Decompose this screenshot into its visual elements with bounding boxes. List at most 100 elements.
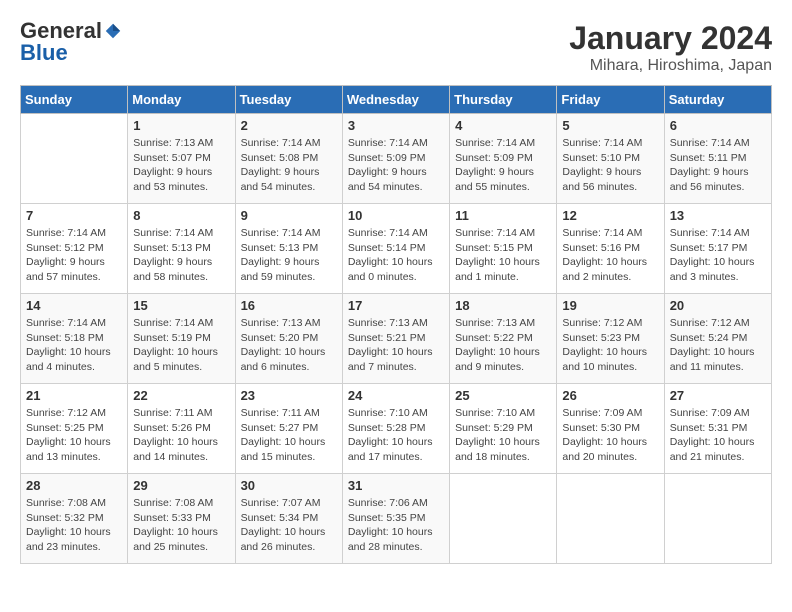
- day-info: Sunrise: 7:14 AMSunset: 5:13 PMDaylight:…: [133, 226, 229, 285]
- calendar-cell: 11 Sunrise: 7:14 AMSunset: 5:15 PMDayligh…: [450, 204, 557, 294]
- day-info: Sunrise: 7:11 AMSunset: 5:27 PMDaylight:…: [241, 406, 337, 465]
- day-info: Sunrise: 7:14 AMSunset: 5:13 PMDaylight:…: [241, 226, 337, 285]
- day-info: Sunrise: 7:08 AMSunset: 5:32 PMDaylight:…: [26, 496, 122, 555]
- calendar-cell: 14 Sunrise: 7:14 AMSunset: 5:18 PMDayligh…: [21, 294, 128, 384]
- day-number: 23: [241, 388, 337, 403]
- day-number: 16: [241, 298, 337, 313]
- calendar-cell: 30Sunrise: 7:07 AMSunset: 5:34 PMDayligh…: [235, 474, 342, 564]
- calendar-cell: 12 Sunrise: 7:14 AMSunset: 5:16 PMDayligh…: [557, 204, 664, 294]
- day-info: Sunrise: 7:13 AMSunset: 5:07 PMDaylight:…: [133, 136, 229, 195]
- day-info: Sunrise: 7:14 AMSunset: 5:19 PMDaylight:…: [133, 316, 229, 375]
- day-info: Sunrise: 7:14 AMSunset: 5:15 PMDaylight:…: [455, 226, 551, 285]
- day-number: 13: [670, 208, 766, 223]
- day-number: 1: [133, 118, 229, 133]
- day-number: 26: [562, 388, 658, 403]
- calendar-cell: 21 Sunrise: 7:12 AMSunset: 5:25 PMDayligh…: [21, 384, 128, 474]
- calendar-cell: 4 Sunrise: 7:14 AMSunset: 5:09 PMDaylight…: [450, 114, 557, 204]
- calendar-cell: 15 Sunrise: 7:14 AMSunset: 5:19 PMDayligh…: [128, 294, 235, 384]
- day-number: 31: [348, 478, 444, 493]
- day-number: 17: [348, 298, 444, 313]
- calendar-cell: 3 Sunrise: 7:14 AMSunset: 5:09 PMDaylight…: [342, 114, 449, 204]
- weekday-header-sunday: Sunday: [21, 86, 128, 114]
- day-info: Sunrise: 7:09 AMSunset: 5:31 PMDaylight:…: [670, 406, 766, 465]
- day-info: Sunrise: 7:12 AMSunset: 5:24 PMDaylight:…: [670, 316, 766, 375]
- calendar-cell: [450, 474, 557, 564]
- calendar-cell: 27Sunrise: 7:09 AMSunset: 5:31 PMDayligh…: [664, 384, 771, 474]
- day-info: Sunrise: 7:10 AMSunset: 5:28 PMDaylight:…: [348, 406, 444, 465]
- calendar-cell: 17Sunrise: 7:13 AMSunset: 5:21 PMDayligh…: [342, 294, 449, 384]
- calendar-cell: 5 Sunrise: 7:14 AMSunset: 5:10 PMDaylight…: [557, 114, 664, 204]
- day-number: 21: [26, 388, 122, 403]
- month-title: January 2024: [569, 20, 772, 57]
- calendar-cell: 8 Sunrise: 7:14 AMSunset: 5:13 PMDaylight…: [128, 204, 235, 294]
- day-number: 19: [562, 298, 658, 313]
- weekday-header-saturday: Saturday: [664, 86, 771, 114]
- day-number: 11: [455, 208, 551, 223]
- day-info: Sunrise: 7:07 AMSunset: 5:34 PMDaylight:…: [241, 496, 337, 555]
- weekday-header-friday: Friday: [557, 86, 664, 114]
- day-info: Sunrise: 7:14 AMSunset: 5:18 PMDaylight:…: [26, 316, 122, 375]
- calendar-cell: 26 Sunrise: 7:09 AMSunset: 5:30 PMDayligh…: [557, 384, 664, 474]
- day-number: 3: [348, 118, 444, 133]
- calendar-cell: [557, 474, 664, 564]
- weekday-header-tuesday: Tuesday: [235, 86, 342, 114]
- day-number: 12: [562, 208, 658, 223]
- day-number: 7: [26, 208, 122, 223]
- day-number: 18: [455, 298, 551, 313]
- day-number: 2: [241, 118, 337, 133]
- location-title: Mihara, Hiroshima, Japan: [569, 57, 772, 75]
- calendar-cell: 13 Sunrise: 7:14 AMSunset: 5:17 PMDayligh…: [664, 204, 771, 294]
- day-number: 15: [133, 298, 229, 313]
- day-info: Sunrise: 7:14 AMSunset: 5:17 PMDaylight:…: [670, 226, 766, 285]
- logo-general: General: [20, 20, 102, 42]
- day-info: Sunrise: 7:06 AMSunset: 5:35 PMDaylight:…: [348, 496, 444, 555]
- weekday-header-wednesday: Wednesday: [342, 86, 449, 114]
- day-number: 28: [26, 478, 122, 493]
- calendar-cell: 29Sunrise: 7:08 AMSunset: 5:33 PMDayligh…: [128, 474, 235, 564]
- day-number: 14: [26, 298, 122, 313]
- day-number: 8: [133, 208, 229, 223]
- day-number: 22: [133, 388, 229, 403]
- calendar-week-row: 1 Sunrise: 7:13 AMSunset: 5:07 PMDaylight…: [21, 114, 772, 204]
- logo-icon: [104, 22, 122, 40]
- day-info: Sunrise: 7:13 AMSunset: 5:22 PMDaylight:…: [455, 316, 551, 375]
- calendar-cell: 19Sunrise: 7:12 AMSunset: 5:23 PMDayligh…: [557, 294, 664, 384]
- weekday-header-monday: Monday: [128, 86, 235, 114]
- day-number: 5: [562, 118, 658, 133]
- day-info: Sunrise: 7:14 AMSunset: 5:09 PMDaylight:…: [348, 136, 444, 195]
- calendar-cell: 22Sunrise: 7:11 AMSunset: 5:26 PMDayligh…: [128, 384, 235, 474]
- day-info: Sunrise: 7:14 AMSunset: 5:11 PMDaylight:…: [670, 136, 766, 195]
- calendar-cell: 23 Sunrise: 7:11 AMSunset: 5:27 PMDayligh…: [235, 384, 342, 474]
- day-number: 29: [133, 478, 229, 493]
- calendar-cell: 24Sunrise: 7:10 AMSunset: 5:28 PMDayligh…: [342, 384, 449, 474]
- day-info: Sunrise: 7:13 AMSunset: 5:20 PMDaylight:…: [241, 316, 337, 375]
- calendar-cell: 31 Sunrise: 7:06 AMSunset: 5:35 PMDayligh…: [342, 474, 449, 564]
- weekday-header-row: SundayMondayTuesdayWednesdayThursdayFrid…: [21, 86, 772, 114]
- calendar-cell: 18 Sunrise: 7:13 AMSunset: 5:22 PMDayligh…: [450, 294, 557, 384]
- calendar-week-row: 14 Sunrise: 7:14 AMSunset: 5:18 PMDayligh…: [21, 294, 772, 384]
- calendar-cell: 9Sunrise: 7:14 AMSunset: 5:13 PMDaylight…: [235, 204, 342, 294]
- day-info: Sunrise: 7:09 AMSunset: 5:30 PMDaylight:…: [562, 406, 658, 465]
- day-info: Sunrise: 7:12 AMSunset: 5:25 PMDaylight:…: [26, 406, 122, 465]
- calendar-cell: 25Sunrise: 7:10 AMSunset: 5:29 PMDayligh…: [450, 384, 557, 474]
- calendar-cell: 1 Sunrise: 7:13 AMSunset: 5:07 PMDaylight…: [128, 114, 235, 204]
- calendar-cell: 20 Sunrise: 7:12 AMSunset: 5:24 PMDayligh…: [664, 294, 771, 384]
- calendar-cell: 6 Sunrise: 7:14 AMSunset: 5:11 PMDaylight…: [664, 114, 771, 204]
- calendar-week-row: 28 Sunrise: 7:08 AMSunset: 5:32 PMDayligh…: [21, 474, 772, 564]
- calendar-week-row: 7Sunrise: 7:14 AMSunset: 5:12 PMDaylight…: [21, 204, 772, 294]
- day-info: Sunrise: 7:14 AMSunset: 5:09 PMDaylight:…: [455, 136, 551, 195]
- calendar-cell: [664, 474, 771, 564]
- day-number: 20: [670, 298, 766, 313]
- day-number: 6: [670, 118, 766, 133]
- day-info: Sunrise: 7:14 AMSunset: 5:08 PMDaylight:…: [241, 136, 337, 195]
- calendar-cell: 10Sunrise: 7:14 AMSunset: 5:14 PMDayligh…: [342, 204, 449, 294]
- title-area: January 2024 Mihara, Hiroshima, Japan: [569, 20, 772, 75]
- day-number: 4: [455, 118, 551, 133]
- day-info: Sunrise: 7:14 AMSunset: 5:16 PMDaylight:…: [562, 226, 658, 285]
- calendar-cell: 28 Sunrise: 7:08 AMSunset: 5:32 PMDayligh…: [21, 474, 128, 564]
- calendar-cell: 2 Sunrise: 7:14 AMSunset: 5:08 PMDaylight…: [235, 114, 342, 204]
- logo: General Blue: [20, 20, 122, 64]
- day-number: 10: [348, 208, 444, 223]
- day-info: Sunrise: 7:14 AMSunset: 5:10 PMDaylight:…: [562, 136, 658, 195]
- day-number: 25: [455, 388, 551, 403]
